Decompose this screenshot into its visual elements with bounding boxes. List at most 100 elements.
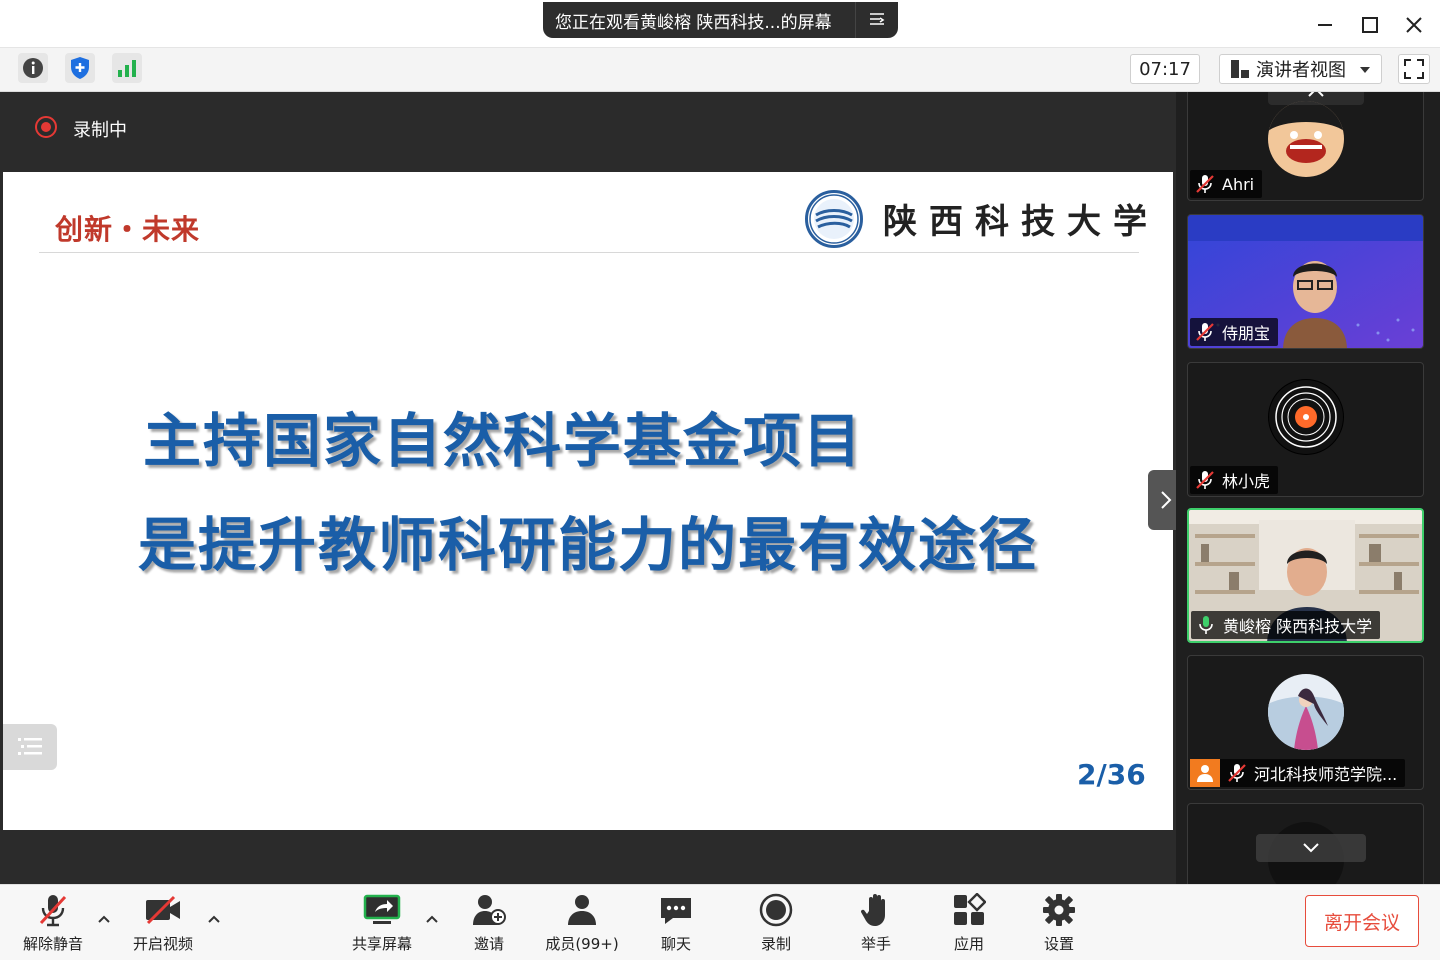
share-menu-icon[interactable] (855, 2, 898, 38)
university-name: 陕西科技大学 (883, 202, 1159, 242)
shared-screen-area: 录制中 创新・未来 陕西科技大学 主持国家自然科学基金项目 是提升教师科研能力的… (3, 92, 1173, 884)
mic-muted-icon (1226, 762, 1248, 784)
members-icon (562, 891, 602, 929)
slide-title-line1: 主持国家自然科学基金项目 (142, 407, 863, 475)
chat-label: 聊天 (660, 935, 691, 953)
chat-button[interactable]: 聊天 (631, 891, 721, 954)
security-shield-icon[interactable] (65, 53, 95, 83)
unmute-label: 解除静音 (22, 935, 83, 953)
start-video-label: 开启视频 (132, 935, 193, 953)
slide-motto: 创新・未来 (55, 213, 201, 246)
meeting-controls: 解除静音 开启视频 共享屏幕 邀请 成员(99+) 聊天 录制 举手 应用 设置… (0, 884, 1440, 960)
record-button[interactable]: 录制 (731, 891, 821, 954)
slide-outline-button[interactable] (3, 724, 57, 770)
start-video-button[interactable]: 开启视频 (118, 891, 208, 954)
participant-tile[interactable] (1187, 803, 1424, 884)
recording-icon (35, 116, 57, 138)
maximize-button[interactable] (1357, 12, 1383, 38)
share-screen-label: 共享屏幕 (351, 935, 412, 953)
fullscreen-icon (1404, 59, 1424, 79)
university-logo (805, 190, 863, 248)
presentation-slide: 创新・未来 陕西科技大学 主持国家自然科学基金项目 是提升教师科研能力的最有效途… (3, 172, 1173, 830)
video-options-caret-icon[interactable] (206, 911, 222, 927)
share-notice-text: 您正在观看黄峻榕 陕西科技...的屏幕 (555, 12, 832, 33)
chevron-up-icon (1308, 92, 1324, 97)
apps-label: 应用 (953, 935, 984, 953)
settings-label: 设置 (1043, 935, 1074, 953)
user-icon (1190, 759, 1220, 787)
recording-bar: 录制中 (3, 92, 1173, 172)
avatar (1268, 101, 1344, 177)
participant-name-tag: 侍朋宝 (1190, 318, 1279, 346)
apps-button[interactable]: 应用 (924, 891, 1014, 954)
share-bottom-strip (3, 830, 1173, 884)
record-icon (756, 891, 796, 929)
participant-name-tag: Ahri (1190, 170, 1263, 198)
signal-strength-icon[interactable] (112, 53, 142, 83)
minimize-button[interactable] (1312, 12, 1338, 38)
scroll-up-button[interactable] (1268, 92, 1364, 105)
share-options-caret-icon[interactable] (424, 911, 440, 927)
participant-name-tag: 河北科技师范学院... (1190, 759, 1406, 787)
info-icon[interactable] (18, 53, 48, 83)
caret-down-icon (1360, 67, 1370, 73)
mic-muted-icon (1194, 321, 1216, 343)
members-button[interactable]: 成员(99+) (537, 891, 627, 954)
fullscreen-button[interactable] (1398, 54, 1430, 84)
meeting-window: 您正在观看黄峻榕 陕西科技...的屏幕 07:17 演讲者视图 录制中 创新・未… (0, 0, 1440, 960)
mic-active-icon (1195, 614, 1217, 636)
participant-name: 黄峻榕 陕西科技大学 (1223, 617, 1373, 636)
list-icon (18, 738, 42, 755)
participant-name: 河北科技师范学院... (1254, 765, 1398, 784)
members-label: 成员(99+) (545, 935, 619, 953)
participant-tile-active-speaker[interactable]: 黄峻榕 陕西科技大学 (1187, 508, 1424, 643)
mic-muted-icon (1194, 469, 1216, 491)
avatar (1268, 379, 1344, 455)
unmute-button[interactable]: 解除静音 (8, 891, 98, 954)
recording-label: 录制中 (73, 120, 127, 141)
mic-muted-icon (1194, 173, 1216, 195)
participant-name: 林小虎 (1222, 472, 1271, 491)
hand-icon (856, 891, 896, 929)
slide-title-line2: 是提升教师科研能力的最有效途径 (137, 511, 1038, 579)
record-label: 录制 (760, 935, 791, 953)
participant-list[interactable]: Ahri 侍朋宝 林小虎 黄峻榕 陕西科技大学 河北科技师范学院... (1176, 92, 1440, 884)
mic-muted-icon (33, 891, 73, 929)
title-bar: 您正在观看黄峻榕 陕西科技...的屏幕 (0, 0, 1440, 48)
slide-page-number: 2/36 (1077, 758, 1146, 791)
add-user-icon (469, 891, 509, 929)
participant-name-tag: 林小虎 (1190, 466, 1279, 494)
chevron-down-icon (1303, 843, 1319, 853)
participant-name: Ahri (1222, 174, 1255, 194)
close-button[interactable] (1401, 12, 1427, 38)
chevron-right-icon (1161, 491, 1172, 509)
participant-name: 侍朋宝 (1222, 324, 1271, 343)
participant-tile[interactable]: 林小虎 (1187, 362, 1424, 497)
participant-tile[interactable]: 侍朋宝 (1187, 214, 1424, 349)
share-notice-pill[interactable]: 您正在观看黄峻榕 陕西科技...的屏幕 (543, 2, 898, 38)
invite-button[interactable]: 邀请 (444, 891, 534, 954)
share-screen-icon (362, 891, 402, 929)
gear-icon (1039, 891, 1079, 929)
view-mode-dropdown[interactable]: 演讲者视图 (1219, 54, 1382, 84)
chat-icon (656, 891, 696, 929)
invite-label: 邀请 (473, 935, 504, 953)
share-screen-button[interactable]: 共享屏幕 (337, 891, 427, 954)
audio-options-caret-icon[interactable] (96, 911, 112, 927)
scroll-down-button[interactable] (1256, 834, 1366, 862)
participant-tile[interactable]: Ahri (1187, 92, 1424, 201)
settings-button[interactable]: 设置 (1014, 891, 1104, 954)
apps-icon (949, 891, 989, 929)
speaker-view-icon (1231, 60, 1249, 78)
view-mode-label: 演讲者视图 (1256, 60, 1346, 81)
participant-tile[interactable]: 河北科技师范学院... (1187, 655, 1424, 790)
raise-hand-button[interactable]: 举手 (831, 891, 921, 954)
top-toolbar: 07:17 演讲者视图 (0, 48, 1440, 92)
video-off-icon (143, 891, 183, 929)
meeting-timer: 07:17 (1130, 54, 1200, 84)
leave-meeting-button[interactable]: 离开会议 (1305, 895, 1419, 947)
slide-divider (39, 252, 1139, 253)
avatar (1268, 674, 1344, 750)
participant-name-tag: 黄峻榕 陕西科技大学 (1191, 611, 1381, 639)
raise-hand-label: 举手 (860, 935, 891, 953)
